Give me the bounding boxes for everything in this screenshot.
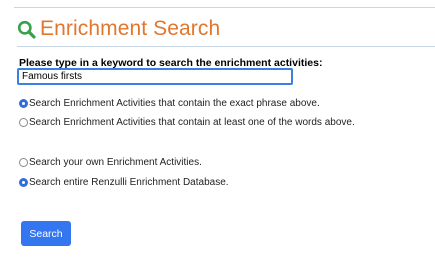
- enrichment-search-page: Enrichment Search Please type in a keywo…: [0, 0, 435, 264]
- radio-entire-database[interactable]: Search entire Renzulli Enrichment Databa…: [19, 177, 229, 188]
- search-icon: [17, 20, 36, 39]
- top-divider: [14, 7, 435, 8]
- keyword-input[interactable]: [17, 68, 293, 85]
- radio-own-activities[interactable]: Search your own Enrichment Activities.: [19, 157, 202, 168]
- page-header: Enrichment Search: [17, 17, 220, 41]
- radio-label: Search Enrichment Activities that contai…: [29, 117, 355, 128]
- title-divider: [17, 46, 435, 47]
- page-title: Enrichment Search: [40, 17, 221, 40]
- radio-label: Search Enrichment Activities that contai…: [29, 98, 320, 109]
- radio-button[interactable]: [19, 99, 28, 108]
- radio-exact-phrase[interactable]: Search Enrichment Activities that contai…: [19, 98, 320, 109]
- search-button[interactable]: Search: [21, 221, 71, 246]
- radio-button[interactable]: [19, 178, 28, 187]
- radio-label: Search entire Renzulli Enrichment Databa…: [29, 177, 229, 188]
- radio-button[interactable]: [19, 158, 28, 167]
- radio-label: Search your own Enrichment Activities.: [29, 157, 202, 168]
- radio-any-words[interactable]: Search Enrichment Activities that contai…: [19, 117, 355, 128]
- radio-button[interactable]: [19, 118, 28, 127]
